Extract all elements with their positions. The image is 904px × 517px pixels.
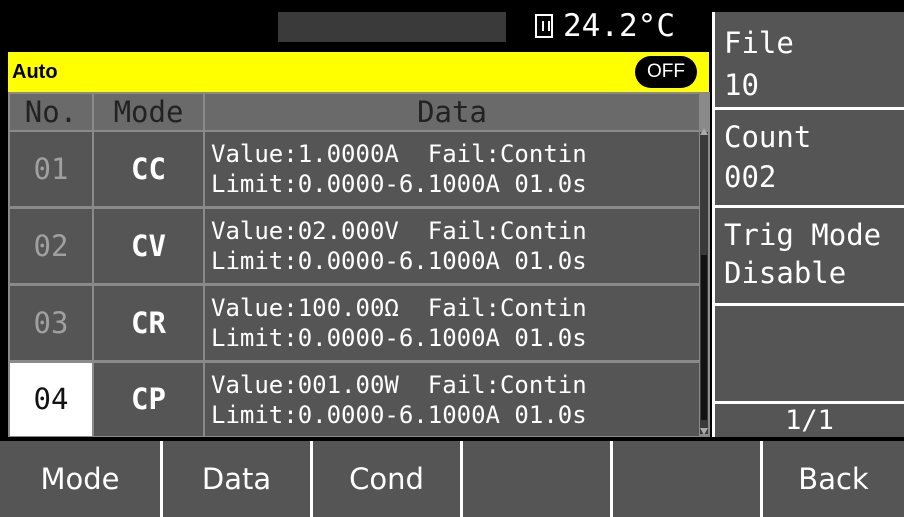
output-state-badge: OFF — [635, 56, 697, 88]
row-number[interactable]: 03 — [10, 286, 92, 360]
row-mode[interactable]: CR — [94, 286, 203, 360]
count-key-value: 002 — [724, 160, 777, 194]
file-key-label: File — [724, 26, 794, 60]
row-mode[interactable]: CC — [94, 132, 203, 206]
count-key-label: Count — [724, 120, 812, 154]
temperature-readout: 24.2°C — [563, 8, 675, 44]
scroll-up-arrow-icon[interactable] — [700, 128, 708, 135]
mode-softkey[interactable]: Mode — [0, 441, 160, 517]
usb-drive-icon — [535, 14, 553, 38]
mode-bar — [8, 52, 709, 92]
blank-side-key[interactable] — [712, 306, 904, 401]
trig-mode-key-label: Trig Mode — [724, 218, 882, 252]
message-area — [278, 12, 506, 42]
blank-softkey-5[interactable] — [613, 441, 760, 517]
row-data[interactable]: Value:02.000V Fail:Contin Limit:0.0000-6.… — [205, 209, 699, 283]
row-data-line2: Limit:0.0000-6.1000A 01.0s — [211, 401, 587, 429]
row-data-line1: Value:02.000V Fail:Contin — [211, 217, 587, 245]
row-data[interactable]: Value:001.00W Fail:Contin Limit:0.0000-6.… — [205, 363, 699, 436]
row-number-selected[interactable]: 04 — [10, 363, 92, 436]
row-data-line2: Limit:0.0000-6.1000A 01.0s — [211, 247, 587, 275]
column-header-data: Data — [205, 94, 699, 130]
row-mode[interactable]: CV — [94, 209, 203, 283]
data-softkey[interactable]: Data — [163, 441, 310, 517]
row-data[interactable]: Value:100.00Ω Fail:Contin Limit:0.0000-6.… — [205, 286, 699, 360]
row-mode[interactable]: CP — [94, 363, 203, 436]
row-data-line2: Limit:0.0000-6.1000A 01.0s — [211, 170, 587, 198]
column-header-no: No. — [10, 94, 92, 130]
scrollbar-thumb[interactable] — [701, 255, 707, 420]
auto-mode-label: Auto — [12, 61, 58, 83]
row-data-line1: Value:100.00Ω Fail:Contin — [211, 294, 587, 322]
back-softkey[interactable]: Back — [763, 441, 904, 517]
row-number[interactable]: 02 — [10, 209, 92, 283]
cond-softkey[interactable]: Cond — [313, 441, 460, 517]
row-data-line1: Value:1.0000A Fail:Contin — [211, 140, 587, 168]
column-header-mode: Mode — [94, 94, 203, 130]
page-indicator: 1/1 — [785, 405, 834, 436]
row-data[interactable]: Value:1.0000A Fail:Contin Limit:0.0000-6.… — [205, 132, 699, 206]
trig-mode-key-value: Disable — [724, 256, 847, 290]
scroll-down-arrow-icon[interactable] — [700, 428, 708, 435]
row-data-line1: Value:001.00W Fail:Contin — [211, 371, 587, 399]
blank-softkey-4[interactable] — [463, 441, 610, 517]
file-key-value: 10 — [724, 68, 759, 102]
row-data-line2: Limit:0.0000-6.1000A 01.0s — [211, 324, 587, 352]
row-number[interactable]: 01 — [10, 132, 92, 206]
